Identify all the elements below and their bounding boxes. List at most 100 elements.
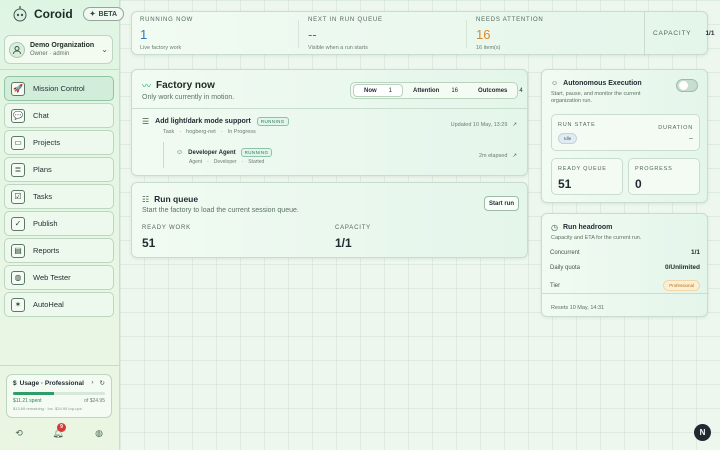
agent-role: Developer [213,159,237,165]
concurrent-label: Concurrent [550,249,580,256]
autoheal-icon: ✶ [11,297,25,312]
queue-capacity-label: CAPACITY [335,225,371,231]
capacity-label: CAPACITY [653,30,692,37]
queue-subtitle: Start the factory to load the current se… [142,207,299,214]
sidebar-item-projects[interactable]: ▭ Projects [4,130,114,155]
sidebar-item-reports[interactable]: ▤ Reports [4,238,114,263]
usage-bar [13,392,105,395]
stat-next-in-run-queue: NEXT IN RUN QUEUE -- Visible when a run st… [308,17,383,51]
sidebar-item-label: Tasks [33,192,53,201]
task-status-badge: RUNNING [256,117,289,126]
queue-capacity-value: 1/1 [335,236,352,250]
tab-count: 1 [388,87,393,94]
progress-panel: PROGRESS 0 [628,158,700,195]
run-queue-card: ☷ Run queue Start the factory to load th… [131,182,528,258]
run-state-panel: RUN STATE Idle DURATION -- [551,114,700,151]
reports-icon: ▤ [11,243,25,258]
autonomous-subtitle: Start, pause, and monitor the current or… [551,91,641,104]
factory-subtitle: Only work currently in motion. [142,94,235,101]
stat-label: NEXT IN RUN QUEUE [308,17,383,23]
autonomous-toggle[interactable] [676,79,698,92]
agent-type: Agent [189,159,203,165]
tree-line [163,142,164,168]
queue-icon: ☷ [142,194,150,204]
bottom-toolbar: ⟲ 🔔︎ 9 ◍ [0,423,120,443]
globe-icon: ◍ [11,270,25,285]
chevron-right-icon[interactable]: › [91,379,93,387]
task-state: In Progress [227,129,256,135]
folder-icon: ▭ [11,135,25,150]
tab-label: Now [364,87,377,94]
ready-work-label: READY WORK [142,225,191,231]
stat-value: 16 [476,27,491,42]
external-link-icon[interactable]: ↗ [512,153,517,159]
refresh-icon[interactable]: ↻ [100,379,105,387]
progress-label: PROGRESS [635,166,673,172]
agent-elapsed: 2m elapsed [478,153,508,159]
sidebar-item-publish[interactable]: ✓ Publish [4,211,114,236]
brand-name: Coroid [34,7,73,21]
agent-title[interactable]: Developer Agent [188,150,235,156]
stat-label: RUNNING NOW [140,17,194,23]
org-switcher[interactable]: Demo Organization Owner · admin ⌄ [4,35,113,64]
duration-value: -- [689,136,693,142]
ready-queue-value: 51 [558,177,572,191]
queue-title: Run queue [154,194,199,204]
sparkle-icon: ✦ [89,11,96,18]
chat-icon: 💬 [11,108,25,123]
sidebar-item-plans[interactable]: ≣ Plans [4,157,114,182]
sidebar-item-tasks[interactable]: ☑ Tasks [4,184,114,209]
tab-now[interactable]: Now 1 [353,84,404,97]
notification-count: 9 [57,423,66,432]
task-updated: Updated 10 May, 13:29 [450,122,508,128]
stat-needs-attention: NEEDS ATTENTION 16 16 item(s) [476,17,544,51]
usage-spent: $11.21 spent [13,398,42,404]
sidebar: Coroid ✦ BETA Demo Organization Owner · a… [0,0,125,450]
sidebar-item-label: AutoHeal [33,300,64,309]
stat-sub: Live factory work [140,45,182,51]
stat-sub: 16 item(s) [476,45,501,51]
usage-limit: of $24.95 [84,398,105,404]
tab-label: Outcomes [478,87,508,94]
globe-icon[interactable]: ◍ [93,427,105,439]
divider [298,20,299,48]
beta-label: BETA [98,10,118,18]
sidebar-item-web-tester[interactable]: ◍ Web Tester [4,265,114,290]
agent-status-badge: RUNNING [240,148,273,157]
org-name: Demo Organization [30,42,95,49]
task-list-icon: ☰ [142,117,150,126]
usage-foot: $13.69 remaining · Inc. $24.95 top-ups [13,406,82,411]
org-avatar-icon [9,41,25,58]
divider [0,365,120,366]
tab-attention[interactable]: Attention 16 [403,84,468,97]
plans-icon: ≣ [11,162,25,177]
org-role: Owner · admin [30,51,70,57]
external-link-icon[interactable]: ↗ [512,122,517,128]
floating-action-button[interactable]: N [694,424,711,441]
sidebar-item-mission-control[interactable]: 🚀 Mission Control [4,76,114,101]
clock-icon: ◷ [551,223,558,232]
headroom-row-tier: Tier Professional [550,280,700,291]
divider [0,69,120,70]
sidebar-item-autoheal[interactable]: ✶ AutoHeal [4,292,114,317]
sidebar-item-label: Reports [33,246,60,255]
tier-badge: Professional [663,280,700,291]
progress-value: 0 [635,177,642,191]
sidebar-item-label: Mission Control [33,84,85,93]
task-title[interactable]: Add light/dark mode support [155,118,251,125]
publish-icon: ✓ [11,216,25,231]
usage-card[interactable]: $ Usage · Professional › ↻ $11.21 spent of… [6,374,112,418]
tab-outcomes[interactable]: Outcomes 4 [468,84,533,97]
brand[interactable]: Coroid ✦ BETA [12,6,125,22]
duration-label: DURATION [658,125,693,131]
stat-label: NEEDS ATTENTION [476,17,544,23]
divider [466,20,467,48]
run-state-pill: Idle [558,133,578,144]
task-repo: hogberg-net [186,129,216,135]
tab-count: 4 [519,87,523,94]
start-run-button[interactable]: Start run [484,196,519,211]
headroom-row-concurrent: Concurrent 1/1 [550,249,700,256]
headroom-title: Run headroom [562,224,613,231]
sidebar-item-chat[interactable]: 💬 Chat [4,103,114,128]
sync-icon[interactable]: ⟲ [13,427,25,439]
